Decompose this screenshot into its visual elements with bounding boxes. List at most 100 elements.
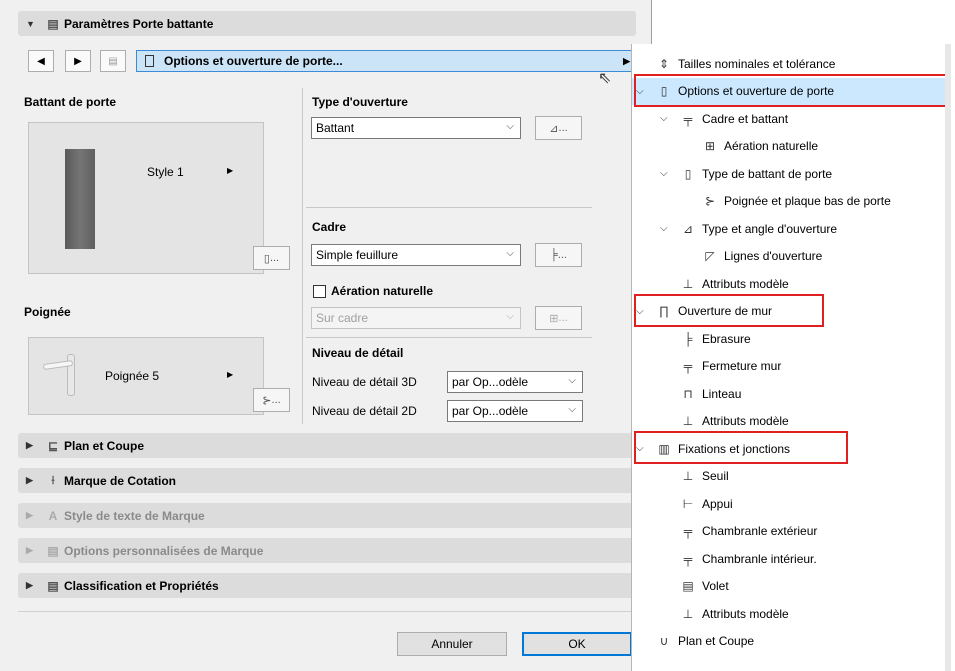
section-plan-coupe[interactable]: ▶ ⊑ Plan et Coupe bbox=[18, 433, 636, 458]
opening-angle-icon: ⊿ bbox=[549, 122, 559, 135]
divider bbox=[18, 611, 636, 612]
chevron-down-icon: ⌵ bbox=[506, 121, 514, 132]
nominal-size-icon: ⇕ bbox=[658, 56, 670, 71]
tree-item-label: Cadre et battant bbox=[702, 111, 789, 126]
tree-item[interactable]: ⊢ Appui bbox=[632, 490, 946, 517]
ellipsis-label: ... bbox=[271, 394, 281, 406]
tree-item[interactable]: ⊥ Seuil bbox=[632, 463, 946, 490]
prev-page-button[interactable]: ◀ bbox=[28, 50, 54, 72]
opening-angle-icon: ⊿ bbox=[682, 221, 694, 236]
section-text-style: ▶ A Style de texte de Marque bbox=[18, 503, 636, 528]
chevron-down-icon[interactable]: ⌵ bbox=[660, 223, 668, 234]
ventilation-select[interactable]: Sur cadre ⌵ bbox=[311, 307, 521, 329]
detail-3d-select[interactable]: par Op...odèle ⌵ bbox=[447, 371, 583, 393]
handle-icon: ⊱ bbox=[704, 194, 716, 208]
section-dimension-marker[interactable]: ▶ ⟊ Marque de Cotation bbox=[18, 468, 636, 493]
page-info-button[interactable]: ▤ bbox=[100, 50, 126, 72]
ok-button[interactable]: OK bbox=[522, 632, 632, 656]
handle-settings-button[interactable]: ⊱... bbox=[253, 388, 290, 412]
tree-item[interactable]: ∪ Plan et Coupe bbox=[632, 628, 946, 655]
page-tree-menu: ⇕ Tailles nominales et tolérance ⌵ ▯ Options… bbox=[631, 44, 951, 671]
tree-item[interactable]: ⊱ Poignée et plaque bas de porte bbox=[632, 188, 946, 215]
ventilation-icon: ⊞ bbox=[549, 312, 559, 325]
tree-item-label: Type de battant de porte bbox=[702, 166, 833, 181]
tree-item-label: Attributs modèle bbox=[702, 276, 789, 291]
opening-type-select[interactable]: Battant ⌵ bbox=[311, 117, 521, 139]
chevron-down-icon[interactable]: ⌵ bbox=[660, 113, 668, 124]
shutter-icon: ▤ bbox=[682, 579, 694, 593]
tree-item-label: Aération naturelle bbox=[724, 139, 819, 153]
chevron-down-icon: ⌵ bbox=[506, 248, 514, 259]
detail-3d-label: Niveau de détail 3D bbox=[312, 375, 417, 389]
opening-angle-button[interactable]: ⊿... bbox=[535, 116, 582, 140]
handle-image bbox=[42, 352, 99, 402]
tree-item[interactable]: ⊓ Linteau bbox=[632, 380, 946, 407]
tree-item[interactable]: ╤ Chambranle extérieur bbox=[632, 518, 946, 545]
tree-item-label: Chambranle extérieur bbox=[702, 524, 818, 538]
tree-item[interactable]: ⊥ Attributs modèle bbox=[632, 600, 946, 627]
ventilation-value: Sur cadre bbox=[316, 311, 369, 325]
cancel-button[interactable]: Annuler bbox=[397, 632, 507, 656]
next-page-button[interactable]: ▶ bbox=[65, 50, 91, 72]
tree-item[interactable]: ╞ Ebrasure bbox=[632, 325, 946, 352]
highlight-box bbox=[634, 293, 824, 327]
tree-item-label: Type et angle d'ouverture bbox=[702, 221, 838, 236]
ellipsis-label: ... bbox=[269, 252, 280, 264]
tree-item-label: Tailles nominales et tolérance bbox=[678, 56, 836, 71]
tree-item-label: Appui bbox=[702, 496, 733, 511]
tree-scrollbar[interactable] bbox=[945, 44, 951, 671]
handle-style-preview[interactable]: Poignée 5 ▶ bbox=[28, 337, 264, 415]
interior-casing-icon: ╤ bbox=[683, 551, 693, 566]
tree-item[interactable]: ⌵ ▯ Type de battant de porte bbox=[632, 160, 946, 187]
ventilation-checkbox[interactable] bbox=[313, 285, 326, 298]
tree-item-label: Chambranle intérieur. bbox=[702, 551, 817, 566]
tree-item[interactable]: ╤ Chambranle intérieur. bbox=[632, 545, 946, 572]
expand-arrow-icon: ▶ bbox=[26, 545, 33, 555]
plan-section-icon: ∪ bbox=[659, 634, 669, 648]
chevron-down-icon: ⌵ bbox=[506, 311, 514, 322]
tree-item[interactable]: ⌵ ⊿ Type et angle d'ouverture bbox=[632, 215, 946, 242]
tree-item-label: Volet bbox=[702, 579, 729, 593]
reveal-icon: ╞ bbox=[683, 331, 693, 346]
door-settings-dialog: ▼ ▤ Paramètres Porte battante ◀ ▶ ▤ Opti… bbox=[0, 0, 652, 671]
expand-arrow-icon[interactable]: ▶ bbox=[26, 475, 40, 486]
ellipsis-label: ... bbox=[558, 122, 568, 134]
expand-arrow-icon[interactable]: ▶ bbox=[26, 440, 40, 451]
wall-closure-icon: ╤ bbox=[683, 359, 693, 373]
section-custom-marker-label: Options personnalisées de Marque bbox=[64, 543, 264, 558]
chevron-down-icon: ⌵ bbox=[568, 404, 576, 415]
highlight-box bbox=[634, 431, 848, 464]
detail-header: Niveau de détail bbox=[312, 346, 404, 360]
expand-arrow-icon[interactable]: ▶ bbox=[26, 580, 40, 591]
custom-marker-icon: ▤ bbox=[47, 543, 59, 558]
tree-item[interactable]: ⊞ Aération naturelle bbox=[632, 133, 946, 160]
frame-settings-button[interactable]: ╞... bbox=[535, 243, 582, 267]
collapse-arrow-icon[interactable]: ▼ bbox=[26, 19, 40, 29]
section-text-style-label: Style de texte de Marque bbox=[64, 508, 205, 523]
chevron-right-icon: ▶ bbox=[227, 370, 234, 379]
leaf-style-preview[interactable]: Style 1 ▶ bbox=[28, 122, 264, 274]
tree-item-label: Lignes d'ouverture bbox=[724, 249, 823, 263]
dimension-marker-icon: ⟊ bbox=[51, 473, 55, 487]
door-leaf-image bbox=[65, 149, 95, 249]
frame-select[interactable]: Simple feuillure ⌵ bbox=[311, 244, 521, 266]
tree-item[interactable]: ◸ Lignes d'ouverture bbox=[632, 243, 946, 270]
ventilation-settings-button[interactable]: ⊞... bbox=[535, 306, 582, 330]
section-plan-coupe-label: Plan et Coupe bbox=[64, 438, 145, 453]
tree-item[interactable]: ▤ Volet bbox=[632, 573, 946, 600]
threshold-icon: ⊥ bbox=[682, 469, 694, 483]
tree-item[interactable]: ⌵ ╤ Cadre et battant bbox=[632, 105, 946, 132]
detail-2d-select[interactable]: par Op...odèle ⌵ bbox=[447, 400, 583, 422]
handle-icon: ⊱ bbox=[262, 394, 272, 407]
tree-item[interactable]: ╤ Fermeture mur bbox=[632, 353, 946, 380]
chevron-right-icon: ▶ bbox=[623, 55, 630, 66]
leaf-type-button[interactable]: ▯... bbox=[253, 246, 290, 270]
page-selector[interactable]: Options et ouverture de porte... ▶ bbox=[136, 50, 637, 72]
section-classification[interactable]: ▶ ▤ Classification et Propriétés bbox=[18, 573, 636, 598]
section-door-settings-label: Paramètres Porte battante bbox=[64, 16, 214, 31]
chevron-down-icon[interactable]: ⌵ bbox=[660, 168, 668, 179]
detail-2d-value: par Op...odèle bbox=[452, 404, 529, 418]
frame-header: Cadre bbox=[312, 220, 347, 234]
section-door-settings[interactable]: ▼ ▤ Paramètres Porte battante bbox=[18, 11, 636, 36]
mouse-cursor-icon: ⇖ bbox=[598, 70, 612, 87]
